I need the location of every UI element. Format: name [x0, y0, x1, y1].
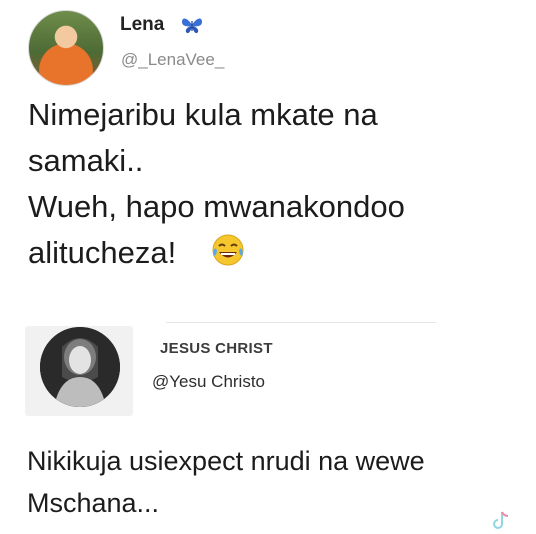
tiktok-watermark-icon [493, 511, 509, 529]
jesus-portrait-icon [40, 327, 120, 407]
user-handle[interactable]: @Yesu Christo [152, 372, 265, 392]
laughing-crying-emoji [212, 234, 244, 266]
tweet-text: Nimejaribu kula mkate na samaki.. Wueh, … [28, 97, 405, 270]
display-name[interactable]: JESUS CHRIST [160, 340, 273, 357]
avatar[interactable] [28, 10, 104, 86]
user-handle[interactable]: @_LenaVee_ [121, 50, 224, 70]
tweet-text: Nikikuja usiexpect nrudi na wewe Mschana… [27, 446, 425, 518]
display-name[interactable]: Lena [120, 14, 164, 36]
avatar[interactable] [40, 327, 120, 407]
butterfly-icon [182, 18, 202, 34]
